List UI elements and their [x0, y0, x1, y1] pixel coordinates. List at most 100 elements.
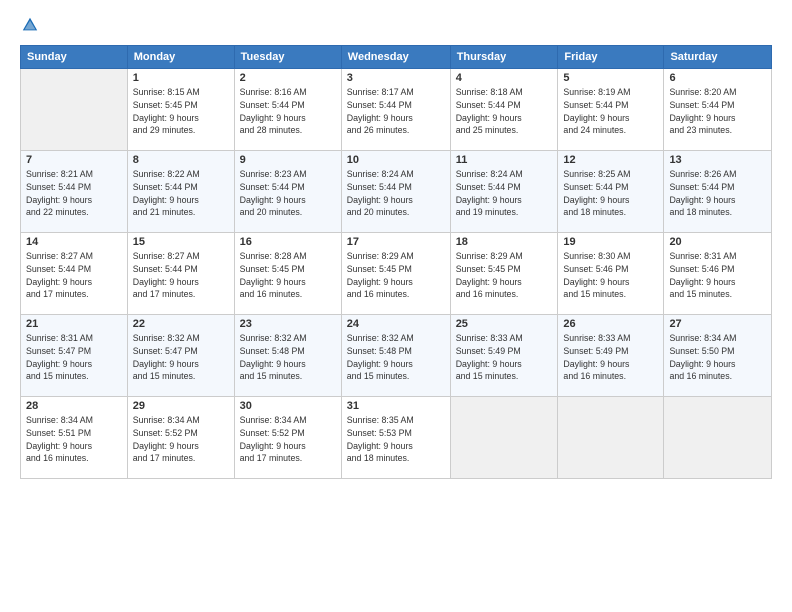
day-number: 31 [347, 400, 445, 412]
day-number: 8 [133, 154, 229, 166]
calendar-cell: 23Sunrise: 8:32 AM Sunset: 5:48 PM Dayli… [234, 315, 341, 397]
day-info: Sunrise: 8:22 AM Sunset: 5:44 PM Dayligh… [133, 168, 229, 219]
day-info: Sunrise: 8:24 AM Sunset: 5:44 PM Dayligh… [456, 168, 553, 219]
day-info: Sunrise: 8:27 AM Sunset: 5:44 PM Dayligh… [133, 250, 229, 301]
day-number: 18 [456, 236, 553, 248]
calendar-cell: 16 Sunrise: 8:28 AM Sunset: 5:45 PM Dayli… [234, 233, 341, 315]
column-header-monday: Monday [127, 46, 234, 69]
calendar-cell [450, 397, 558, 479]
day-number: 4 [456, 72, 553, 84]
day-number: 6 [669, 72, 766, 84]
calendar-week-3: 14 Sunrise: 8:27 AM Sunset: 5:44 PM Dayli… [21, 233, 772, 315]
header [20, 16, 772, 39]
day-info: Sunrise: 8:23 AM Sunset: 5:44 PM Dayligh… [240, 168, 336, 219]
calendar-cell: 24 Sunrise: 8:32 AM Sunset: 5:48 PM Dayli… [341, 315, 450, 397]
calendar-header-row: SundayMondayTuesdayWednesdayThursdayFrid… [21, 46, 772, 69]
day-number: 24 [347, 318, 445, 330]
calendar-cell: 15 Sunrise: 8:27 AM Sunset: 5:44 PM Dayli… [127, 233, 234, 315]
day-number: 30 [240, 400, 336, 412]
calendar-cell [664, 397, 772, 479]
day-number: 17 [347, 236, 445, 248]
day-number: 2 [240, 72, 336, 84]
day-number: 3 [347, 72, 445, 84]
day-info: Sunrise: 8:16 AM Sunset: 5:44 PM Dayligh… [240, 86, 336, 137]
day-info: Sunrise: 8:18 AM Sunset: 5:44 PM Dayligh… [456, 86, 553, 137]
calendar-cell: 4 Sunrise: 8:18 AM Sunset: 5:44 PM Daylig… [450, 69, 558, 151]
column-header-sunday: Sunday [21, 46, 128, 69]
day-number: 23 [240, 318, 336, 330]
calendar-cell: 10Sunrise: 8:24 AM Sunset: 5:44 PM Dayli… [341, 151, 450, 233]
day-number: 25 [456, 318, 553, 330]
day-info: Sunrise: 8:32 AM Sunset: 5:48 PM Dayligh… [347, 332, 445, 383]
calendar-cell: 21 Sunrise: 8:31 AM Sunset: 5:47 PM Dayli… [21, 315, 128, 397]
day-number: 15 [133, 236, 229, 248]
day-number: 7 [26, 154, 122, 166]
day-number: 28 [26, 400, 122, 412]
day-info: Sunrise: 8:28 AM Sunset: 5:45 PM Dayligh… [240, 250, 336, 301]
day-info: Sunrise: 8:15 AM Sunset: 5:45 PM Dayligh… [133, 86, 229, 137]
column-header-friday: Friday [558, 46, 664, 69]
calendar-cell: 18Sunrise: 8:29 AM Sunset: 5:45 PM Dayli… [450, 233, 558, 315]
calendar-cell: 20Sunrise: 8:31 AM Sunset: 5:46 PM Dayli… [664, 233, 772, 315]
day-number: 1 [133, 72, 229, 84]
day-number: 22 [133, 318, 229, 330]
calendar-week-2: 7 Sunrise: 8:21 AM Sunset: 5:44 PM Daylig… [21, 151, 772, 233]
calendar-week-4: 21 Sunrise: 8:31 AM Sunset: 5:47 PM Dayli… [21, 315, 772, 397]
day-info: Sunrise: 8:29 AM Sunset: 5:45 PM Dayligh… [347, 250, 445, 301]
calendar-cell: 30Sunrise: 8:34 AM Sunset: 5:52 PM Dayli… [234, 397, 341, 479]
day-number: 9 [240, 154, 336, 166]
calendar-cell: 29 Sunrise: 8:34 AM Sunset: 5:52 PM Dayli… [127, 397, 234, 479]
page: SundayMondayTuesdayWednesdayThursdayFrid… [0, 0, 792, 612]
day-number: 27 [669, 318, 766, 330]
calendar-cell [558, 397, 664, 479]
calendar-cell: 19Sunrise: 8:30 AM Sunset: 5:46 PM Dayli… [558, 233, 664, 315]
logo-icon [21, 16, 39, 34]
day-number: 29 [133, 400, 229, 412]
calendar-cell: 3 Sunrise: 8:17 AM Sunset: 5:44 PM Daylig… [341, 69, 450, 151]
day-number: 21 [26, 318, 122, 330]
day-number: 10 [347, 154, 445, 166]
day-info: Sunrise: 8:25 AM Sunset: 5:44 PM Dayligh… [563, 168, 658, 219]
calendar-week-5: 28Sunrise: 8:34 AM Sunset: 5:51 PM Dayli… [21, 397, 772, 479]
column-header-saturday: Saturday [664, 46, 772, 69]
calendar-cell: 25Sunrise: 8:33 AM Sunset: 5:49 PM Dayli… [450, 315, 558, 397]
day-info: Sunrise: 8:19 AM Sunset: 5:44 PM Dayligh… [563, 86, 658, 137]
calendar-week-1: 1 Sunrise: 8:15 AM Sunset: 5:45 PM Daylig… [21, 69, 772, 151]
day-info: Sunrise: 8:31 AM Sunset: 5:47 PM Dayligh… [26, 332, 122, 383]
day-number: 12 [563, 154, 658, 166]
calendar-cell: 13 Sunrise: 8:26 AM Sunset: 5:44 PM Dayli… [664, 151, 772, 233]
day-number: 5 [563, 72, 658, 84]
calendar-cell: 31 Sunrise: 8:35 AM Sunset: 5:53 PM Dayli… [341, 397, 450, 479]
calendar-cell: 2 Sunrise: 8:16 AM Sunset: 5:44 PM Daylig… [234, 69, 341, 151]
calendar-cell: 28Sunrise: 8:34 AM Sunset: 5:51 PM Dayli… [21, 397, 128, 479]
calendar-cell: 5 Sunrise: 8:19 AM Sunset: 5:44 PM Daylig… [558, 69, 664, 151]
day-number: 26 [563, 318, 658, 330]
day-info: Sunrise: 8:26 AM Sunset: 5:44 PM Dayligh… [669, 168, 766, 219]
day-number: 13 [669, 154, 766, 166]
column-header-thursday: Thursday [450, 46, 558, 69]
day-number: 11 [456, 154, 553, 166]
calendar-cell: 26 Sunrise: 8:33 AM Sunset: 5:49 PM Dayli… [558, 315, 664, 397]
day-info: Sunrise: 8:34 AM Sunset: 5:52 PM Dayligh… [133, 414, 229, 465]
day-number: 16 [240, 236, 336, 248]
day-number: 14 [26, 236, 122, 248]
logo [20, 16, 39, 39]
column-header-wednesday: Wednesday [341, 46, 450, 69]
day-info: Sunrise: 8:17 AM Sunset: 5:44 PM Dayligh… [347, 86, 445, 137]
calendar-cell: 6 Sunrise: 8:20 AM Sunset: 5:44 PM Daylig… [664, 69, 772, 151]
day-number: 19 [563, 236, 658, 248]
day-info: Sunrise: 8:21 AM Sunset: 5:44 PM Dayligh… [26, 168, 122, 219]
day-number: 20 [669, 236, 766, 248]
day-info: Sunrise: 8:35 AM Sunset: 5:53 PM Dayligh… [347, 414, 445, 465]
day-info: Sunrise: 8:20 AM Sunset: 5:44 PM Dayligh… [669, 86, 766, 137]
column-header-tuesday: Tuesday [234, 46, 341, 69]
calendar-table: SundayMondayTuesdayWednesdayThursdayFrid… [20, 45, 772, 479]
calendar-cell: 22Sunrise: 8:32 AM Sunset: 5:47 PM Dayli… [127, 315, 234, 397]
calendar-cell: 7 Sunrise: 8:21 AM Sunset: 5:44 PM Daylig… [21, 151, 128, 233]
calendar-cell: 12 Sunrise: 8:25 AM Sunset: 5:44 PM Dayli… [558, 151, 664, 233]
calendar-body: 1 Sunrise: 8:15 AM Sunset: 5:45 PM Daylig… [21, 69, 772, 479]
calendar-cell: 17 Sunrise: 8:29 AM Sunset: 5:45 PM Dayli… [341, 233, 450, 315]
day-info: Sunrise: 8:27 AM Sunset: 5:44 PM Dayligh… [26, 250, 122, 301]
calendar-cell: 11 Sunrise: 8:24 AM Sunset: 5:44 PM Dayli… [450, 151, 558, 233]
day-info: Sunrise: 8:33 AM Sunset: 5:49 PM Dayligh… [563, 332, 658, 383]
